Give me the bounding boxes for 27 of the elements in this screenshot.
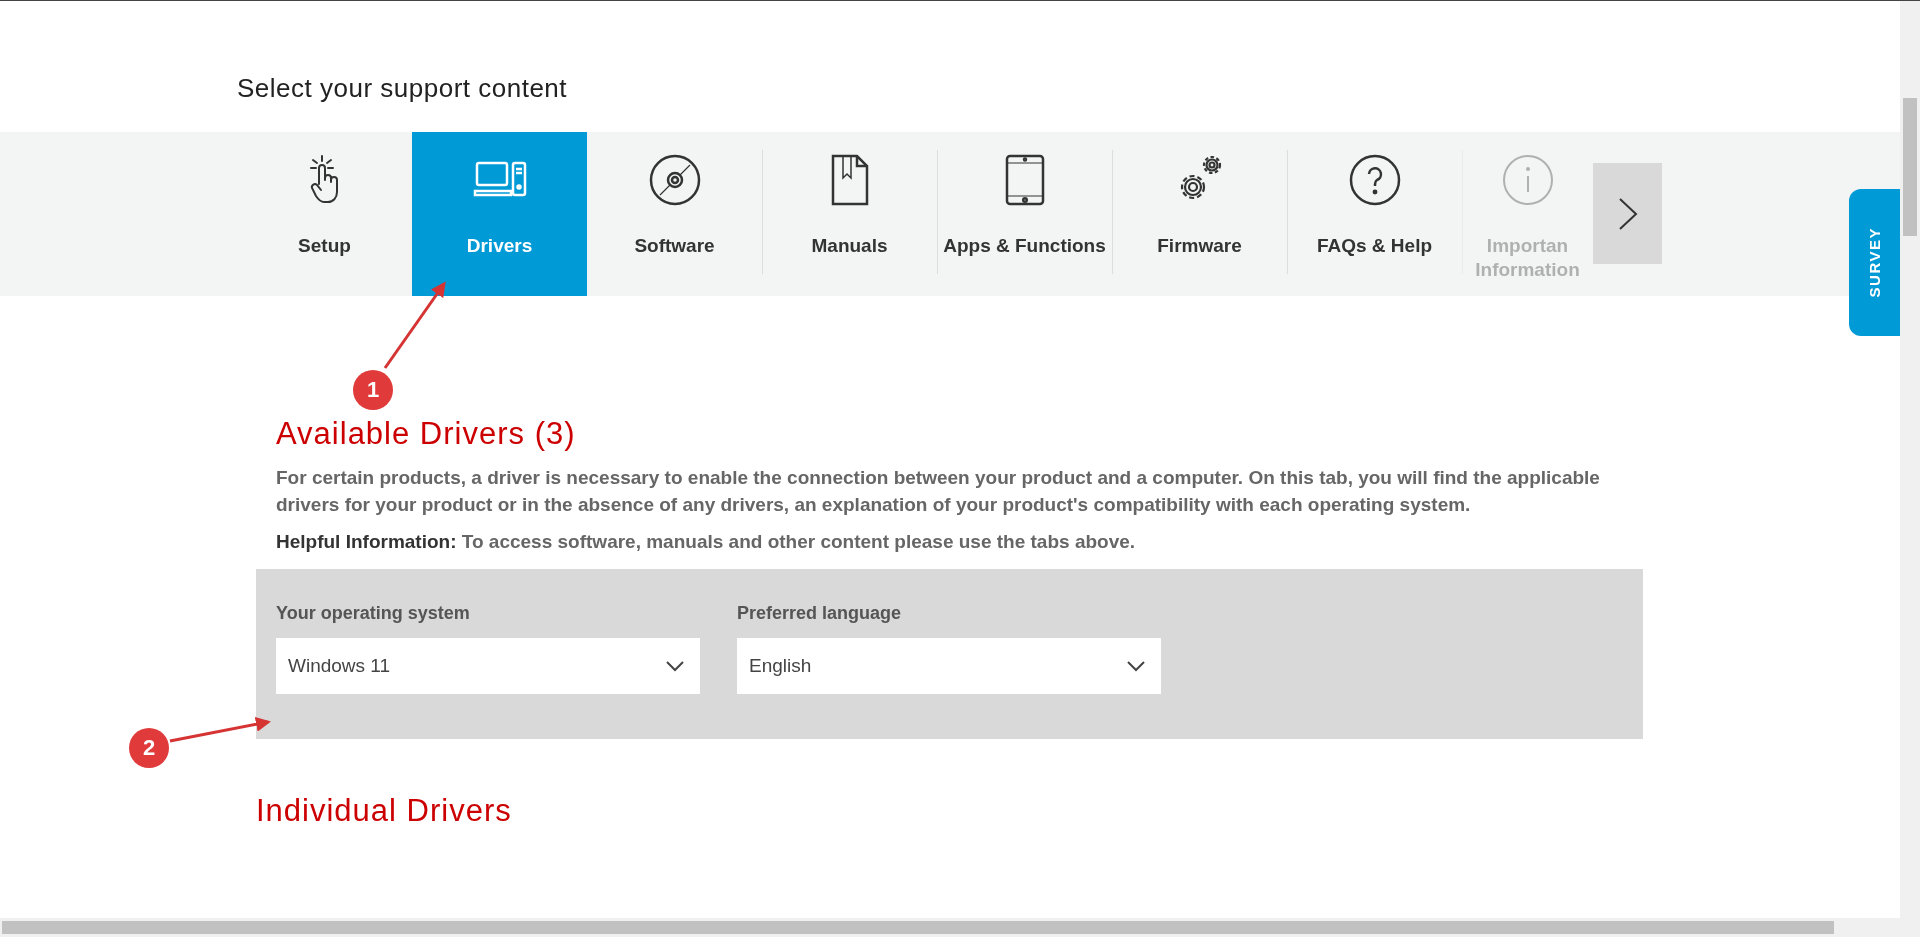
tab[interactable]: FAQs & Help <box>1287 132 1462 296</box>
section-heading: Individual Drivers <box>256 793 512 829</box>
tab[interactable]: Software <box>587 132 762 296</box>
tab[interactable]: Manuals <box>762 132 937 296</box>
step-number-badge: 2 <box>129 728 169 768</box>
tab[interactable]: Apps & Functions <box>937 132 1112 296</box>
section-title: Select your support content <box>236 72 569 105</box>
vertical-scrollbar[interactable] <box>1900 1 1920 918</box>
section-heading: Available Drivers (3) <box>276 416 576 452</box>
document-bookmark-icon <box>830 154 869 206</box>
tab[interactable]: Firmware <box>1112 132 1287 296</box>
tablet-icon <box>1004 154 1045 206</box>
next-button[interactable] <box>1593 163 1662 264</box>
disc-icon <box>648 154 701 206</box>
info-icon <box>1501 154 1554 206</box>
chevron-down-icon <box>1127 660 1145 672</box>
tab[interactable]: Setup <box>237 132 412 296</box>
description-text: For certain products, a driver is necessary to enable the connection between your product and a computer. On this tab, you will find the applicable drivers for your product or in the absence of any drivers, an explanation of your product's compatibility with each operating system. <box>276 466 1601 517</box>
field-label: Preferred language <box>737 603 903 624</box>
horizontal-scrollbar[interactable] <box>0 918 1920 937</box>
field-label: Your operating system <box>276 603 471 624</box>
chevron-down-icon <box>666 660 684 672</box>
question-mark-icon <box>1348 154 1401 206</box>
step-number-badge: 1 <box>353 370 393 410</box>
dropdown-field[interactable]: English <box>737 638 1161 694</box>
dropdown-field[interactable]: Windows 11 <box>276 638 700 694</box>
helpful-information-text: Helpful Information: To access software, manuals and other content please use the tabs above. <box>276 530 1137 554</box>
